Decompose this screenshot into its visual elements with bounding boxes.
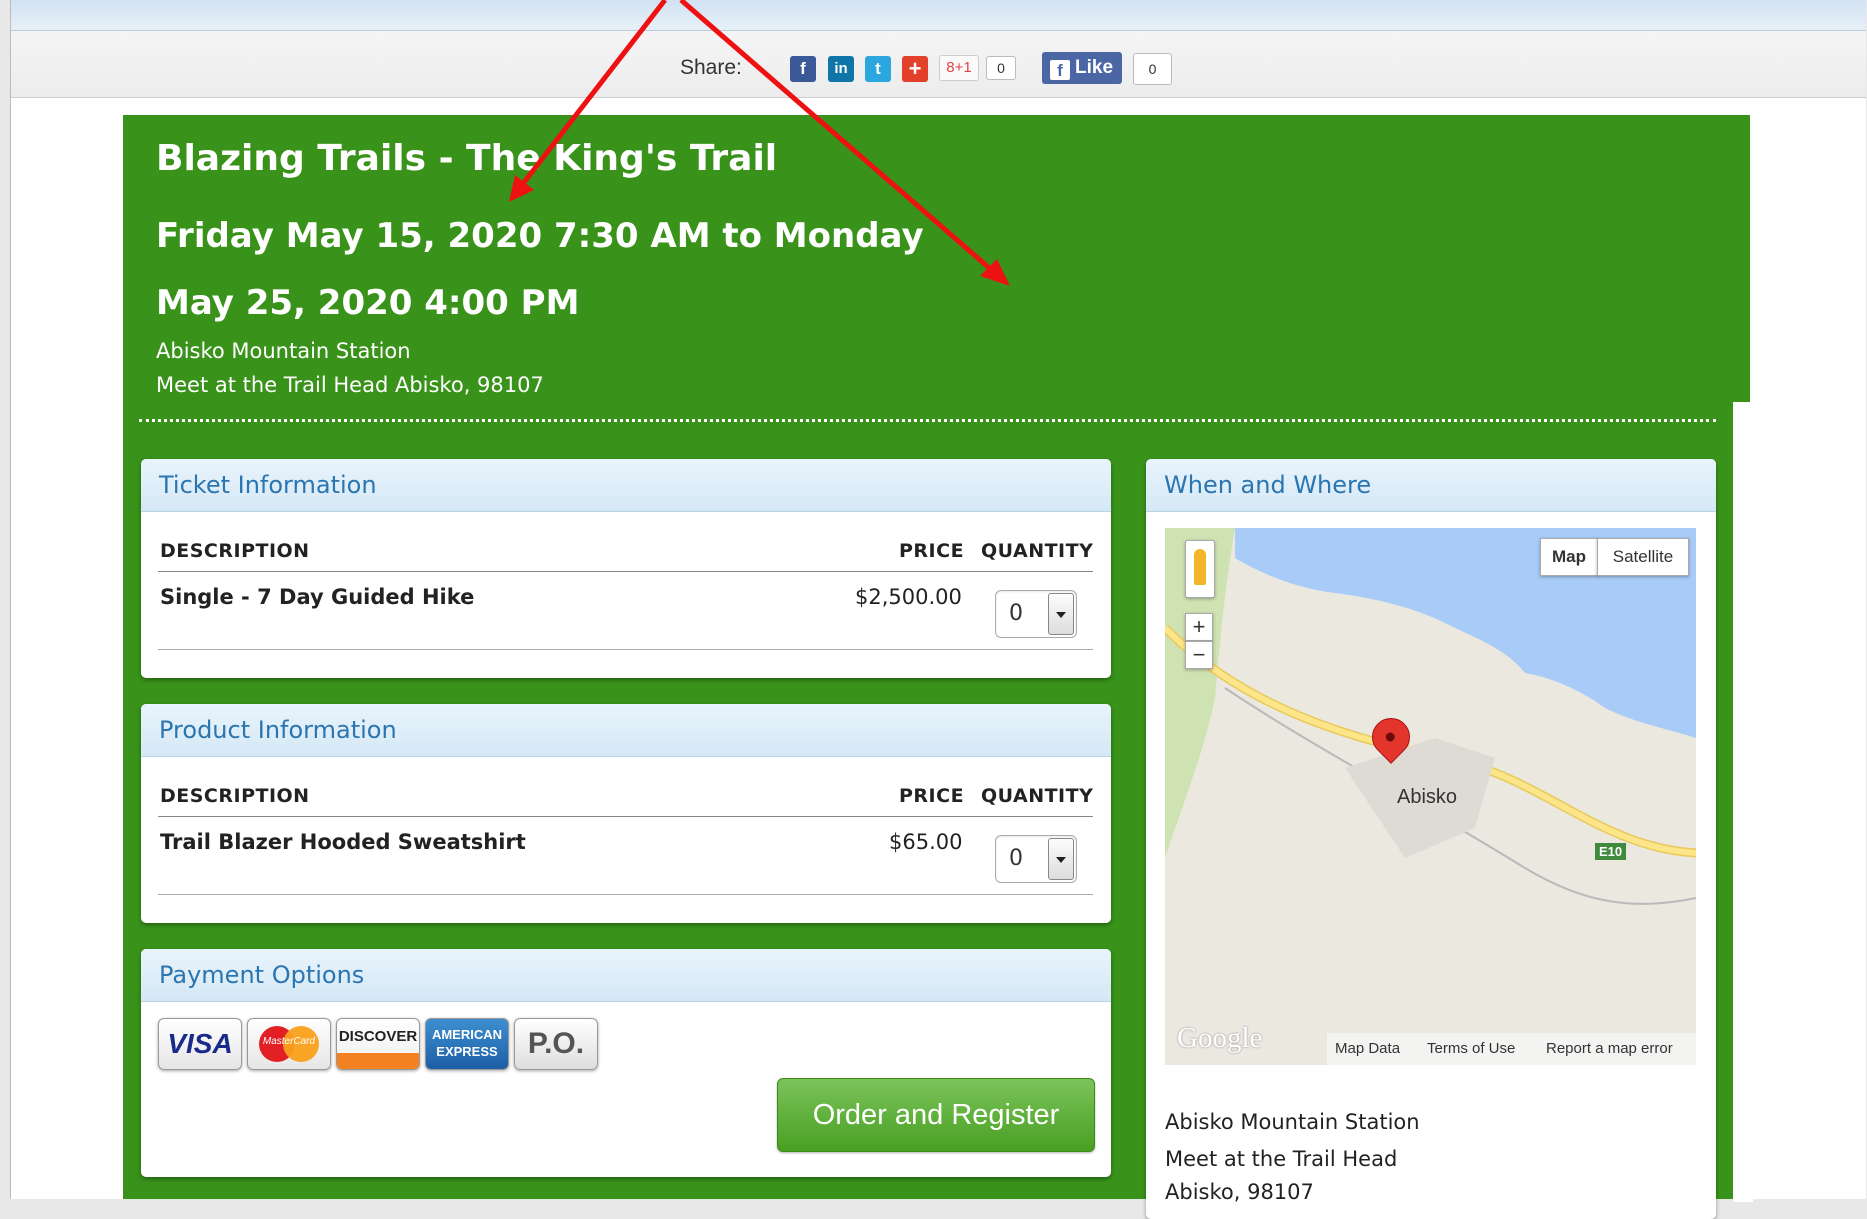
annotation-arrow-right — [679, 0, 997, 275]
annotation-arrows — [509, 0, 1010, 286]
annotation-arrow-left — [516, 0, 667, 192]
annotation-arrowhead-left — [509, 175, 534, 202]
